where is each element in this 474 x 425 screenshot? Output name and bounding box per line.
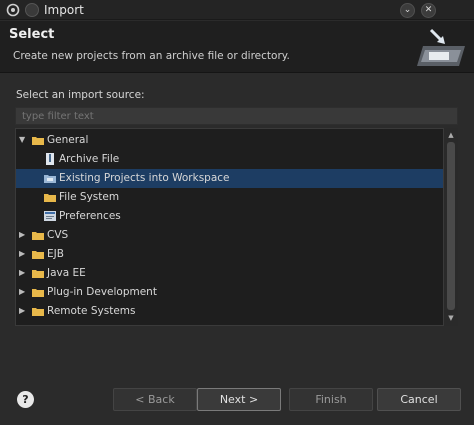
help-button[interactable]: ? xyxy=(17,391,34,408)
minimize-button[interactable]: ⌄ xyxy=(400,3,415,18)
tree-item-cvs[interactable]: ▶ CVS xyxy=(16,226,444,245)
tree-item-remote-systems[interactable]: ▶ Remote Systems xyxy=(16,302,444,321)
collapsed-arrow-icon[interactable]: ▶ xyxy=(19,306,29,316)
archive-file-icon xyxy=(46,153,54,165)
tree-item-archive-file[interactable]: Archive File xyxy=(16,150,444,169)
tree-item-java-ee[interactable]: ▶ Java EE xyxy=(16,264,444,283)
expanded-arrow-icon[interactable]: ▼ xyxy=(19,135,29,145)
folder-icon xyxy=(32,289,44,297)
window-title: Import xyxy=(44,3,84,17)
tree-item-label: CVS xyxy=(47,229,69,241)
import-wizard-icon xyxy=(413,26,469,70)
tree-item-preferences[interactable]: Preferences xyxy=(16,207,444,226)
tree-item-plugin-development[interactable]: ▶ Plug-in Development xyxy=(16,283,444,302)
tree-item-label: File System xyxy=(59,191,120,203)
wizard-header: Select Create new projects from an archi… xyxy=(0,21,474,73)
folder-icon xyxy=(32,137,44,145)
tree-item-ejb[interactable]: ▶ EJB xyxy=(16,245,444,264)
projects-icon xyxy=(44,175,56,183)
folder-icon xyxy=(32,251,44,259)
folder-icon xyxy=(32,270,44,278)
tree-item-label: Remote Systems xyxy=(47,305,136,317)
tree-item-label: Archive File xyxy=(59,153,120,165)
tree-item-label: Java EE xyxy=(47,267,86,279)
tree-scrollbar[interactable]: ▲ ▼ xyxy=(443,128,458,326)
close-button[interactable]: ✕ xyxy=(421,3,436,18)
tree-item-general[interactable]: ▼ General xyxy=(16,131,444,150)
import-source-tree: ▼ General Archive File Existing Projects… xyxy=(15,128,458,326)
preferences-icon xyxy=(44,211,56,221)
folder-icon xyxy=(32,232,44,240)
folder-icon xyxy=(32,308,44,316)
collapsed-arrow-icon[interactable]: ▶ xyxy=(19,268,29,278)
next-button[interactable]: Next > xyxy=(197,388,281,411)
cancel-button[interactable]: Cancel xyxy=(377,388,461,411)
collapsed-arrow-icon[interactable]: ▶ xyxy=(19,230,29,240)
filter-input[interactable] xyxy=(15,107,458,125)
back-button[interactable]: < Back xyxy=(113,388,197,411)
scrollbar-thumb[interactable] xyxy=(447,142,455,310)
page-description: Create new projects from an archive file… xyxy=(13,50,290,62)
folder-icon xyxy=(44,194,56,202)
page-title: Select xyxy=(9,27,55,42)
scroll-down-icon[interactable]: ▼ xyxy=(446,313,456,323)
import-source-label: Select an import source: xyxy=(16,89,145,101)
tree-item-label: EJB xyxy=(47,248,64,260)
app-menu-icon[interactable] xyxy=(6,3,20,17)
tree-item-label: General xyxy=(47,134,89,146)
tree-item-label: Plug-in Development xyxy=(47,286,157,298)
collapsed-arrow-icon[interactable]: ▶ xyxy=(19,287,29,297)
tree-item-existing-projects[interactable]: Existing Projects into Workspace xyxy=(16,169,444,188)
tree-item-file-system[interactable]: File System xyxy=(16,188,444,207)
collapsed-arrow-icon[interactable]: ▶ xyxy=(19,249,29,259)
finish-button[interactable]: Finish xyxy=(289,388,373,411)
title-bar: Import ⌄ ✕ xyxy=(0,0,474,20)
tree-item-label: Preferences xyxy=(59,210,121,222)
window-menu-icon[interactable] xyxy=(25,3,39,17)
tree-item-label: Existing Projects into Workspace xyxy=(59,172,230,184)
scroll-up-icon[interactable]: ▲ xyxy=(446,130,456,140)
